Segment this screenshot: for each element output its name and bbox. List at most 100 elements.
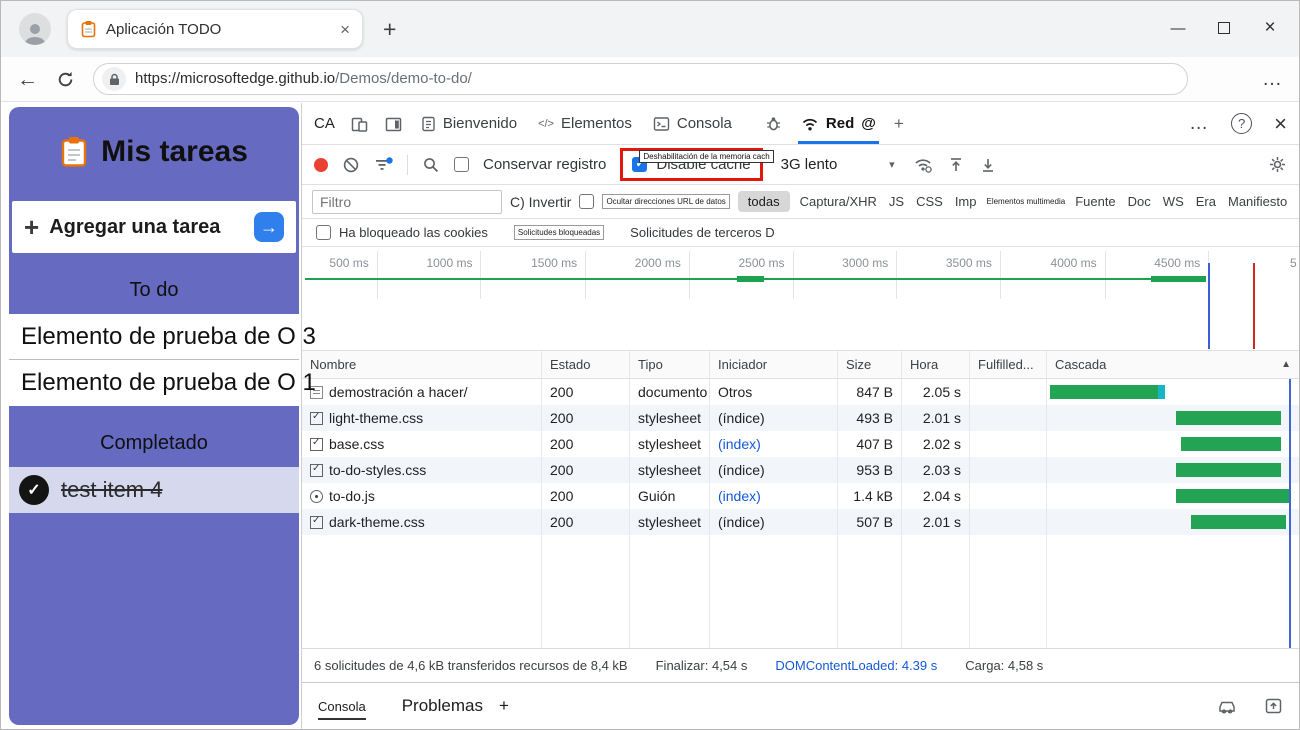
tab-welcome[interactable]: Bienvenido — [418, 103, 520, 144]
network-overview-timeline[interactable]: 500 ms 1000 ms 1500 ms 2000 ms 2500 ms 3… — [302, 247, 1299, 351]
filter-chip-ws[interactable]: WS — [1161, 191, 1186, 212]
third-party-label[interactable]: Solicitudes de terceros D — [630, 225, 775, 240]
new-tab-button[interactable]: + — [383, 16, 396, 43]
blocked-cookies-label: Ha bloqueado las cookies — [339, 225, 488, 240]
list-item[interactable]: Elemento de prueba de O 1 — [9, 360, 316, 406]
maximize-button[interactable] — [1201, 11, 1247, 45]
record-button[interactable] — [314, 157, 328, 172]
maximize-icon — [1218, 22, 1230, 34]
preserve-log-checkbox[interactable] — [454, 157, 469, 172]
filter-chip-font[interactable]: Fuente — [1073, 191, 1117, 212]
column-header-type[interactable]: Tipo — [630, 351, 710, 378]
import-har-icon[interactable] — [947, 156, 965, 174]
devtools-menu-icon[interactable]: … — [1189, 113, 1209, 135]
dock-side-icon[interactable] — [384, 115, 403, 133]
request-fulfilled — [970, 509, 1047, 535]
tab-close-icon[interactable]: × — [340, 21, 350, 38]
submit-task-button[interactable]: → — [254, 212, 284, 242]
column-header-waterfall[interactable]: Cascada ▲ — [1047, 351, 1299, 378]
clear-icon[interactable] — [342, 156, 360, 174]
request-type: stylesheet — [630, 509, 710, 535]
column-header-status[interactable]: Estado — [542, 351, 630, 378]
column-header-time[interactable]: Hora — [902, 351, 970, 378]
table-row[interactable]: light-theme.css 200 stylesheet (índice) … — [302, 405, 1299, 431]
filter-chip-other[interactable]: Otros — [1297, 191, 1299, 212]
table-row[interactable]: to-do-styles.css 200 stylesheet (índice)… — [302, 457, 1299, 483]
request-status: 200 — [542, 379, 630, 405]
request-initiator-link[interactable]: (index) — [710, 483, 838, 509]
car-icon[interactable] — [1216, 697, 1238, 715]
blocked-requests-label[interactable]: Solicitudes bloqueadas — [513, 225, 605, 240]
blocked-cookies-toggle[interactable]: Ha bloqueado las cookies — [316, 225, 488, 240]
column-header-size[interactable]: Size — [838, 351, 902, 378]
filter-chip-css[interactable]: CSS — [914, 191, 945, 212]
blocked-cookies-checkbox[interactable] — [316, 225, 331, 240]
filter-chip-doc[interactable]: Doc — [1126, 191, 1153, 212]
help-icon[interactable]: ? — [1231, 113, 1253, 134]
table-row[interactable]: dark-theme.css 200 stylesheet (índice) 5… — [302, 509, 1299, 535]
browser-menu-icon[interactable]: … — [1262, 68, 1283, 91]
add-task-button[interactable]: + Agregar una tarea → — [12, 201, 296, 253]
disable-cache-tooltip: Deshabilitación de la memoria cach — [639, 150, 774, 163]
filter-chip-manifest[interactable]: Manifiesto — [1226, 191, 1289, 212]
request-initiator-link[interactable]: (index) — [710, 431, 838, 457]
completed-check-icon[interactable]: ✓ — [19, 475, 49, 505]
drawer-controls — [1216, 697, 1283, 715]
devtools-drawer: Consola Problemas + — [302, 682, 1299, 729]
filter-chip-all[interactable]: todas — [737, 191, 790, 212]
browser-window: Aplicación TODO × + — × ← https://micros… — [0, 0, 1300, 730]
profile-avatar[interactable] — [19, 13, 51, 45]
list-item[interactable]: Elemento de prueba de O 3 — [9, 314, 316, 360]
invert-checkbox[interactable] — [579, 194, 595, 209]
tab-elements[interactable]: </> Elementos — [535, 103, 635, 144]
close-window-button[interactable]: × — [1247, 11, 1293, 45]
request-fulfilled — [970, 483, 1047, 509]
waterfall-bar — [1175, 463, 1282, 477]
minimize-button[interactable]: — — [1155, 11, 1201, 45]
waterfall-bar — [1049, 385, 1166, 399]
table-row[interactable]: demostración a hacer/ 200 documento Otro… — [302, 379, 1299, 405]
table-row[interactable]: to-do.js 200 Guión (index) 1.4 kB 2.04 s — [302, 483, 1299, 509]
search-icon[interactable] — [422, 156, 440, 174]
plus-icon[interactable]: + — [499, 696, 509, 716]
table-row[interactable]: base.css 200 stylesheet (index) 407 B 2.… — [302, 431, 1299, 457]
export-har-icon[interactable] — [979, 156, 997, 174]
drawer-tab-problems[interactable]: Problemas + — [402, 696, 509, 716]
tab-network[interactable]: Red @ — [797, 103, 879, 144]
filter-chip-js[interactable]: JS — [887, 191, 906, 212]
timeline-gridline — [688, 251, 690, 299]
tab-console[interactable]: Consola — [650, 103, 735, 144]
device-toolbar-icon[interactable] — [350, 115, 369, 133]
url-text: https://microsoftedge.github.io/Demos/de… — [135, 70, 472, 88]
filter-chip-xhr[interactable]: Captura/XHR — [798, 191, 879, 212]
filter-chip-wasm[interactable]: Era — [1194, 191, 1218, 212]
network-requests-table: Nombre Estado Tipo Iniciador Size Hora F… — [302, 351, 1299, 648]
back-button[interactable]: ← — [17, 69, 38, 90]
refresh-icon[interactable] — [56, 70, 75, 89]
column-header-name[interactable]: Nombre — [302, 351, 542, 378]
hide-data-urls-label[interactable]: Ocultar direcciones URL de datos — [602, 194, 730, 209]
settings-gear-icon[interactable] — [1268, 155, 1287, 174]
filter-chip-media[interactable]: Elementos multimedia — [986, 197, 1065, 206]
sort-ascending-icon[interactable]: ▲ — [1281, 359, 1291, 370]
more-tabs-button[interactable]: + — [894, 114, 904, 134]
column-header-fulfilled[interactable]: Fulfilled... — [970, 351, 1047, 378]
bug-icon[interactable] — [764, 115, 783, 133]
site-info-badge[interactable] — [102, 67, 126, 91]
load-marker-line — [1253, 263, 1256, 349]
filter-icon[interactable] — [374, 156, 393, 173]
drawer-tab-console[interactable]: Consola — [318, 683, 366, 729]
filter-input[interactable] — [312, 189, 502, 214]
throttling-dropdown[interactable]: 3G lento ▾ — [777, 154, 899, 175]
column-header-initiator[interactable]: Iniciador — [710, 351, 838, 378]
network-conditions-icon[interactable] — [913, 156, 933, 174]
close-devtools-icon[interactable]: × — [1274, 112, 1287, 135]
invert-label[interactable]: C) Invertir — [510, 194, 571, 210]
panel-up-icon[interactable] — [1264, 697, 1283, 715]
filter-chip-img[interactable]: Imp — [953, 191, 979, 212]
preserve-log-label[interactable]: Conservar registro — [483, 156, 606, 173]
waterfall-bar — [1180, 437, 1282, 451]
completed-list-item[interactable]: ✓ test item 4 — [9, 467, 299, 513]
browser-tab[interactable]: Aplicación TODO × — [67, 9, 363, 49]
address-bar[interactable]: https://microsoftedge.github.io/Demos/de… — [93, 63, 1188, 95]
